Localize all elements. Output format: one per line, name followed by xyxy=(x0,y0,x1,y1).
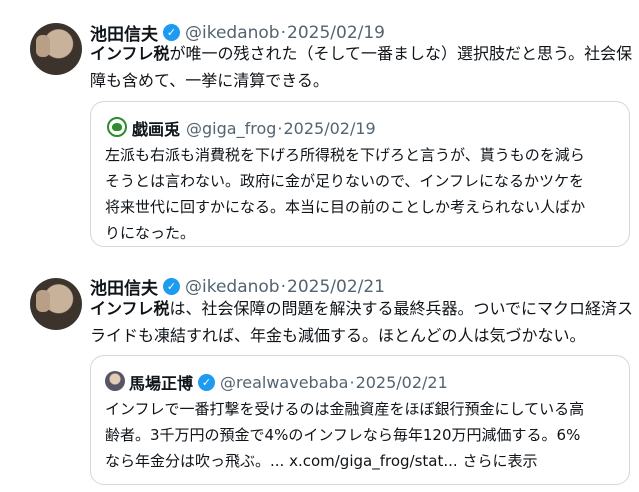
avatar[interactable] xyxy=(30,278,82,330)
quote-date[interactable]: 2025/02/19 xyxy=(283,119,375,138)
quote-header: 馬場正博 ✓ @realwavebaba · 2025/02/21 xyxy=(129,370,448,394)
verified-badge-icon: ✓ xyxy=(163,24,180,41)
quote-text-line: 齢者。3千万円の預金で4%のインフレなら毎年120万円減価する。6% xyxy=(105,426,581,444)
quote-text-line: なら年金分は吹っ飛ぶ。... x.com/giga_frog/stat... xyxy=(105,452,458,470)
quote-author-handle[interactable]: @giga_frog xyxy=(186,119,276,138)
show-more-link[interactable]: さらに表示 xyxy=(462,452,537,470)
post-date[interactable]: 2025/02/21 xyxy=(287,277,385,297)
quote-text: インフレで一番打撃を受けるのは金融資産をほぼ銀行預金にしている高 齢者。3千万円… xyxy=(105,396,584,474)
quote-text-line: りになった。 xyxy=(105,224,196,242)
verified-badge-icon: ✓ xyxy=(163,278,180,295)
quote-text-line: 将来世代に回すかになる。本当に目の前のことしか考えられない人ばか xyxy=(105,198,586,216)
quote-avatar[interactable] xyxy=(105,371,125,391)
separator: · xyxy=(277,118,283,138)
post-text-line1: は、社会保障の問題を解決する最終兵器。ついでにマクロ経済ス xyxy=(169,299,634,318)
quote-author-name[interactable]: 戯画兎 xyxy=(132,116,180,140)
post-text-line2: 障も含めて、一挙に清算できる。 xyxy=(90,71,329,90)
quoted-post[interactable]: 戯画兎 @giga_frog · 2025/02/19 左派も右派も消費税を下げ… xyxy=(90,101,630,247)
post-text-line2: ライドも凍結すれば、年金も減価する。ほとんどの人は気づかない。 xyxy=(90,326,586,345)
quote-text-line: そうとは言わない。政府に金が足りないので、インフレになるかツケを xyxy=(105,172,584,190)
post-text: インフレ税は、社会保障の問題を解決する最終兵器。ついでにマクロ経済ス ライドも凍… xyxy=(90,295,633,349)
quote-avatar[interactable] xyxy=(107,117,127,137)
post-text-bold: インフレ税 xyxy=(90,44,170,63)
quote-text: 左派も右派も消費税を下げろ所得税を下げろと言うが、貰うものを減ら そうとは言わな… xyxy=(105,142,585,246)
post-text-line1: が唯一の残された（そして一番ましな）選択肢だと思う。社会保 xyxy=(169,44,633,63)
post-text: インフレ税が唯一の残された（そして一番ましな）選択肢だと思う。社会保 障も含めて… xyxy=(90,40,632,94)
quote-text-line: インフレで一番打撃を受けるのは金融資産をほぼ銀行預金にしている高 xyxy=(105,400,585,418)
author-handle[interactable]: @ikedanob xyxy=(185,277,280,297)
separator: · xyxy=(280,276,287,297)
separator: · xyxy=(349,372,355,392)
quote-author-name[interactable]: 馬場正博 xyxy=(129,370,193,394)
post-text-bold: インフレ税 xyxy=(90,299,170,318)
quoted-post[interactable]: 馬場正博 ✓ @realwavebaba · 2025/02/21 インフレで一… xyxy=(90,355,630,485)
quote-header: 戯画兎 @giga_frog · 2025/02/19 xyxy=(132,116,376,140)
avatar[interactable] xyxy=(30,23,82,75)
quote-author-handle[interactable]: @realwavebaba xyxy=(220,373,348,392)
quote-text-line: 左派も右派も消費税を下げろ所得税を下げろと言うが、貰うものを減ら xyxy=(105,146,585,164)
quote-date[interactable]: 2025/02/21 xyxy=(356,373,448,392)
verified-badge-icon: ✓ xyxy=(198,373,216,391)
